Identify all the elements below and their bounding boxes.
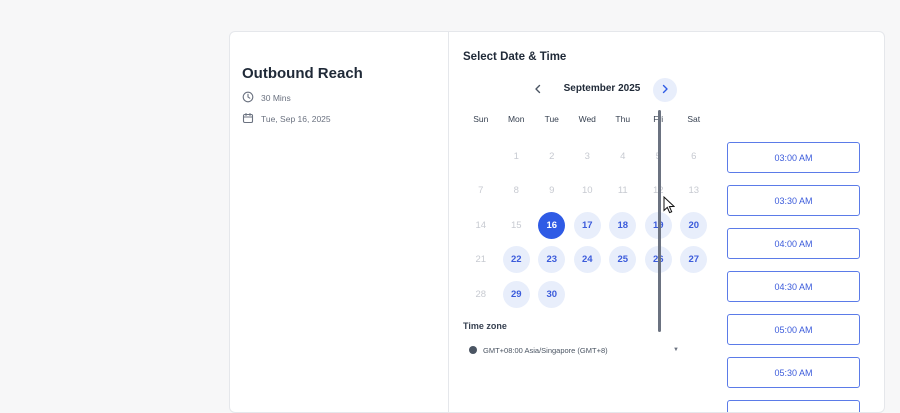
event-title: Outbound Reach [242,65,363,82]
event-details-panel: Outbound Reach 30 Mins Tue, Sep 16, 2025 [230,32,449,412]
chevron-left-icon [533,81,543,99]
day-number: 22 [502,246,530,274]
time-slot-button[interactable]: 04:30 AM [727,271,860,302]
calendar-day-28: 28 [463,277,499,312]
calendar-day-1: 1 [499,139,535,174]
time-slot-button[interactable]: 03:30 AM [727,185,860,216]
day-number: 28 [475,288,487,300]
calendar-day-15: 15 [499,208,535,243]
calendar-day-3: 3 [570,139,606,174]
month-navigation: September 2025 [463,78,719,102]
date-row: Tue, Sep 16, 2025 [242,112,331,126]
day-number: 29 [502,280,530,308]
day-number: 2 [549,150,555,162]
month-label: September 2025 [563,83,641,94]
day-number: 14 [475,219,487,231]
calendar-day-2: 2 [534,139,570,174]
clock-icon [242,91,254,105]
timezone-select[interactable]: GMT+08:00 Asia/Singapore (GMT+8) ▼ [469,343,679,357]
timezone-label: Time zone [463,321,507,331]
section-title: Select Date & Time [463,51,567,63]
duration-row: 30 Mins [242,91,291,105]
calendar-day-20[interactable]: 20 [676,208,712,243]
chevron-right-icon [660,81,670,99]
calendar-day-18[interactable]: 18 [605,208,641,243]
mouse-cursor-icon [663,195,676,214]
calendar-icon [242,112,254,126]
day-number: 7 [478,185,484,197]
duration-text: 30 Mins [261,93,291,103]
day-number: 16 [538,211,566,239]
day-number [467,143,494,170]
next-month-button[interactable] [653,78,677,102]
day-number: 27 [680,246,708,274]
day-number: 23 [538,246,566,274]
day-number: 30 [538,280,566,308]
day-number: 1 [513,150,519,162]
day-number: 8 [513,185,519,197]
calendar-day-29[interactable]: 29 [499,277,535,312]
day-number: 15 [510,219,522,231]
weekday-wed: Wed [578,114,596,124]
caret-down-icon: ▼ [673,347,679,353]
calendar-day-23[interactable]: 23 [534,243,570,278]
calendar-day-27[interactable]: 27 [676,243,712,278]
calendar-day-24[interactable]: 24 [570,243,606,278]
calendar-day-16[interactable]: 16 [534,208,570,243]
day-number: 13 [688,185,700,197]
calendar-day-7: 7 [463,174,499,209]
timezone-value: GMT+08:00 Asia/Singapore (GMT+8) [483,345,608,355]
calendar-day-30[interactable]: 30 [534,277,570,312]
day-number: 20 [680,211,708,239]
scheduler-panel: Select Date & Time September 2025 Sun Mon… [449,32,884,412]
day-number: 18 [609,211,637,239]
time-slot-button[interactable]: 06:00 AM [727,400,860,412]
scrollbar[interactable] [658,110,661,332]
day-number: 25 [609,246,637,274]
calendar-day-10: 10 [570,174,606,209]
calendar-day-22[interactable]: 22 [499,243,535,278]
time-slot-button[interactable]: 05:30 AM [727,357,860,388]
weekday-thu: Thu [615,114,631,124]
calendar-day-4: 4 [605,139,641,174]
day-number: 17 [573,211,601,239]
calendar-empty-cell [463,139,499,174]
calendar-day-13: 13 [676,174,712,209]
calendar-day-25[interactable]: 25 [605,243,641,278]
day-number: 10 [581,185,593,197]
calendar-day-11: 11 [605,174,641,209]
calendar-day-6: 6 [676,139,712,174]
day-number: 21 [475,254,487,266]
day-number: 3 [584,150,590,162]
calendar-day-21: 21 [463,243,499,278]
weekday-header: SunMonTueWedThuFriSat [463,114,721,124]
date-text: Tue, Sep 16, 2025 [261,114,331,124]
weekday-mon: Mon [507,114,525,124]
weekday-tue: Tue [544,114,559,124]
prev-month-button[interactable] [526,78,550,102]
calendar-day-14: 14 [463,208,499,243]
booking-card: Outbound Reach 30 Mins Tue, Sep 16, 2025… [229,31,885,413]
day-number: 24 [573,246,601,274]
time-slot-button[interactable]: 03:00 AM [727,142,860,173]
weekday-sat: Sat [687,114,701,124]
calendar-day-9: 9 [534,174,570,209]
day-number: 9 [549,185,555,197]
calendar-day-17[interactable]: 17 [570,208,606,243]
day-number: 6 [691,150,697,162]
globe-icon [469,346,477,354]
time-slot-button[interactable]: 04:00 AM [727,228,860,259]
calendar-grid: 1234567891011121314151617181920212223242… [463,139,721,312]
day-number: 11 [617,185,628,197]
calendar-day-8: 8 [499,174,535,209]
time-slot-button[interactable]: 05:00 AM [727,314,860,345]
day-number: 4 [620,150,626,162]
weekday-sun: Sun [473,114,489,124]
